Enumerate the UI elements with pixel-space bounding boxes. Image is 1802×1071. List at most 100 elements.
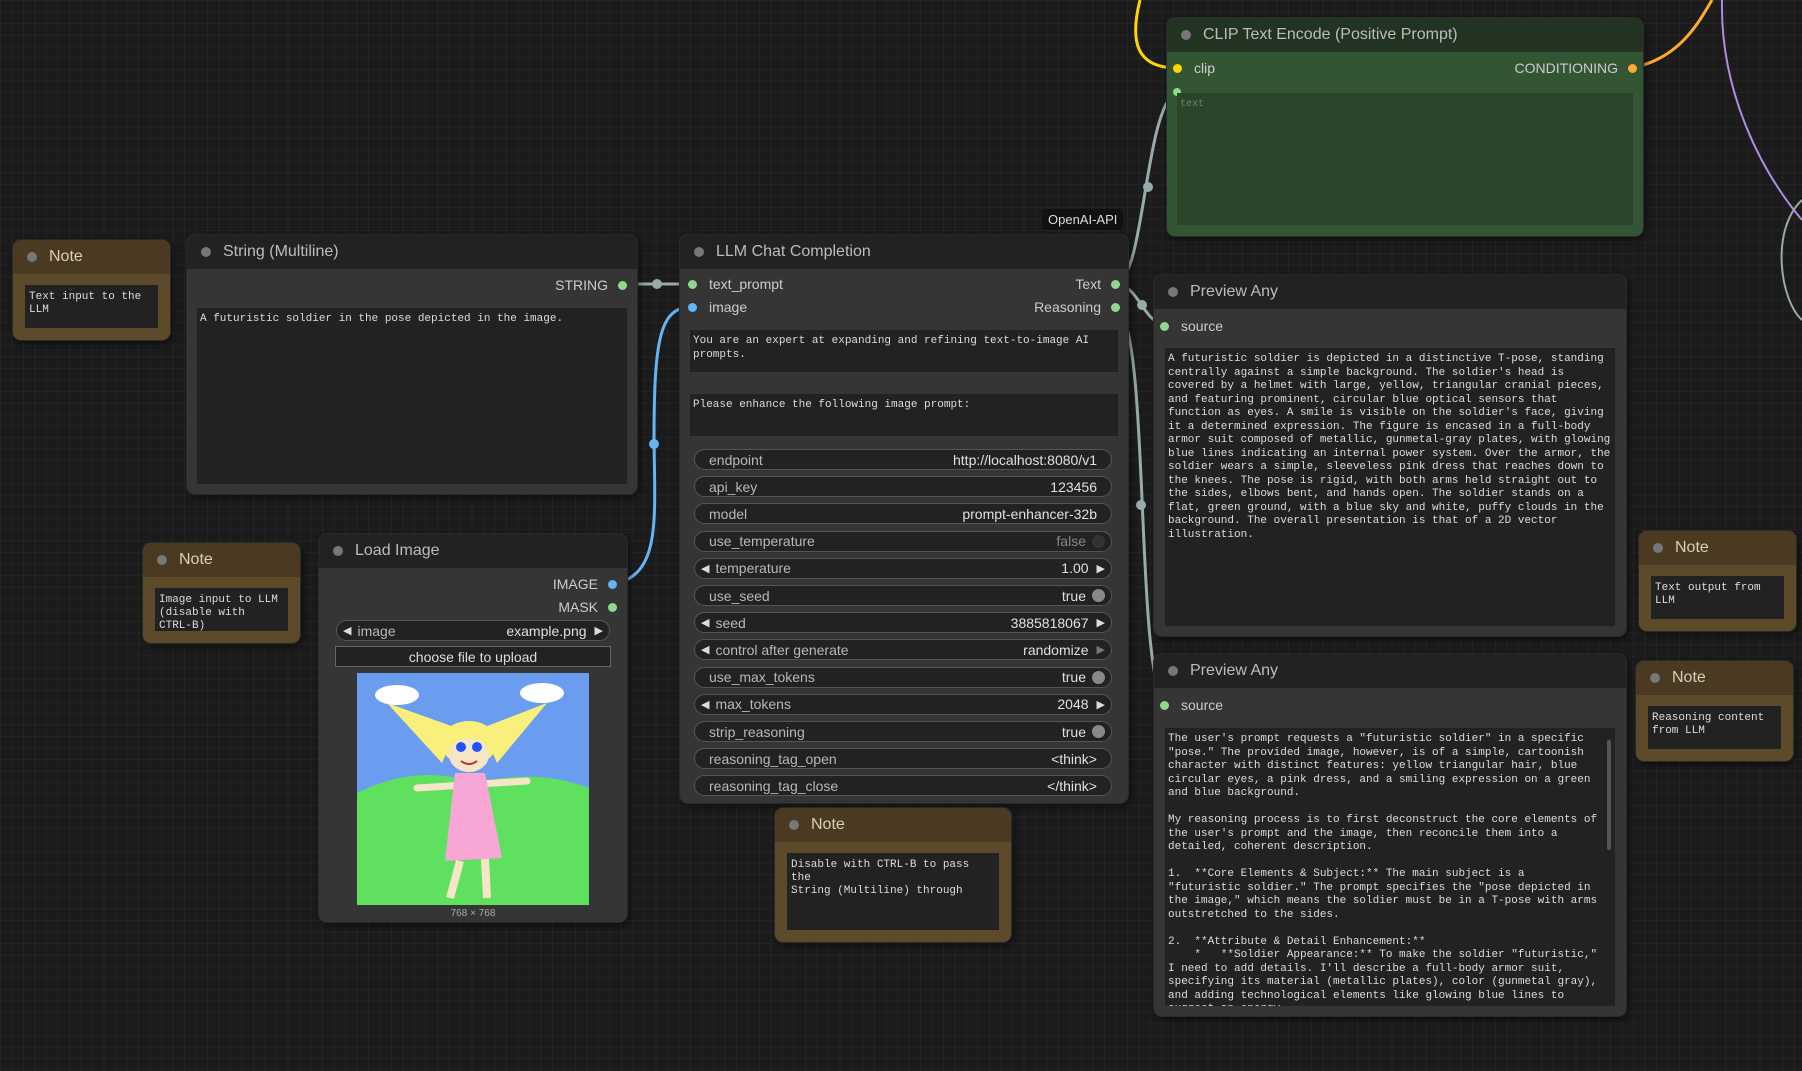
widget-control-after-generate[interactable]: ◀ control after generate randomize ▶ xyxy=(694,639,1112,661)
collapse-dot-icon[interactable] xyxy=(1650,673,1660,683)
collapse-dot-icon[interactable] xyxy=(1168,666,1178,676)
note-node[interactable]: Note Image input to LLM (disable with CT… xyxy=(143,543,300,643)
slot-dot-icon[interactable] xyxy=(1111,279,1120,289)
system-prompt-textarea[interactable]: You are an expert at expanding and refin… xyxy=(690,330,1118,372)
output-slot-text[interactable]: Text xyxy=(1075,276,1120,292)
slot-dot-icon[interactable] xyxy=(1173,63,1182,73)
slot-dot-icon[interactable] xyxy=(608,579,617,589)
widget-api-key[interactable]: api_key 123456 xyxy=(694,476,1112,498)
input-slot-source[interactable]: source xyxy=(1160,318,1223,334)
widget-use-temperature[interactable]: use_temperature false xyxy=(694,530,1112,552)
note-node[interactable]: Note Text input to the LLM xyxy=(13,240,170,340)
note-text[interactable]: Reasoning content from LLM xyxy=(1648,706,1781,749)
slot-dot-icon[interactable] xyxy=(1160,321,1169,331)
user-prompt-textarea[interactable]: Please enhance the following image promp… xyxy=(690,394,1118,436)
collapse-dot-icon[interactable] xyxy=(694,247,704,257)
input-slot-source[interactable]: source xyxy=(1160,697,1223,713)
image-combo-widget[interactable]: ◀ image example.png ▶ xyxy=(336,620,610,641)
arrow-left-icon[interactable]: ◀ xyxy=(343,624,351,637)
note-node[interactable]: Note Text output from LLM xyxy=(1639,531,1796,631)
widget-seed[interactable]: ◀ seed 3885818067 ▶ xyxy=(694,612,1112,634)
scrollbar[interactable] xyxy=(1603,728,1615,1006)
widget-strip-reasoning[interactable]: strip_reasoning true xyxy=(694,721,1112,742)
toggle-on-icon[interactable] xyxy=(1092,670,1105,684)
reasoning-text-output[interactable]: The user's prompt requests a "futuristic… xyxy=(1165,728,1603,1006)
toggle-on-icon[interactable] xyxy=(1092,725,1105,738)
widget-temperature[interactable]: ◀ temperature 1.00 ▶ xyxy=(694,557,1112,579)
slot-dot-icon[interactable] xyxy=(1628,63,1637,73)
node-header[interactable]: Preview Any xyxy=(1154,654,1626,688)
slot-dot-icon[interactable] xyxy=(618,280,627,290)
node-header[interactable]: Preview Any xyxy=(1154,275,1626,309)
collapse-dot-icon[interactable] xyxy=(333,546,343,556)
collapse-dot-icon[interactable] xyxy=(1653,543,1663,553)
collapse-dot-icon[interactable] xyxy=(1181,30,1191,40)
node-header[interactable]: CLIP Text Encode (Positive Prompt) xyxy=(1167,18,1643,52)
collapse-dot-icon[interactable] xyxy=(157,555,167,565)
widget-label: temperature xyxy=(715,560,791,577)
arrow-right-icon[interactable]: ▶ xyxy=(1097,698,1105,711)
arrow-left-icon[interactable]: ◀ xyxy=(701,562,709,575)
note-text[interactable]: Disable with CTRL-B to pass the String (… xyxy=(787,853,999,930)
widget-label: endpoint xyxy=(709,451,763,468)
widget-use-seed[interactable]: use_seed true xyxy=(694,585,1112,606)
string-textarea[interactable]: A futuristic soldier in the pose depicte… xyxy=(197,308,627,484)
node-title: Note xyxy=(49,248,83,265)
node-header[interactable]: Note xyxy=(1636,661,1793,695)
toggle-on-icon[interactable] xyxy=(1092,589,1105,602)
collapse-dot-icon[interactable] xyxy=(789,820,799,830)
slot-dot-icon[interactable] xyxy=(1111,302,1120,312)
widget-max-tokens[interactable]: ◀ max_tokens 2048 ▶ xyxy=(694,693,1112,715)
node-header[interactable]: Note xyxy=(1639,531,1796,565)
toggle-off-icon[interactable] xyxy=(1092,534,1105,548)
preview-any-node[interactable]: Preview Any source The user's prompt req… xyxy=(1154,654,1626,1016)
arrow-right-icon[interactable]: ▶ xyxy=(1097,643,1105,656)
arrow-left-icon[interactable]: ◀ xyxy=(701,643,709,656)
node-header[interactable]: Note xyxy=(775,808,1011,842)
output-slot-string[interactable]: STRING xyxy=(555,277,627,293)
arrow-right-icon[interactable]: ▶ xyxy=(1097,616,1105,629)
note-text[interactable]: Text output from LLM xyxy=(1651,576,1784,619)
note-node[interactable]: Note Disable with CTRL-B to pass the Str… xyxy=(775,808,1011,942)
clip-text-input[interactable]: text xyxy=(1177,93,1633,225)
widget-reasoning-tag-close[interactable]: reasoning_tag_close </think> xyxy=(694,775,1112,797)
load-image-node[interactable]: Load Image IMAGE MASK ◀ image example.pn… xyxy=(319,534,627,922)
llm-chat-completion-node[interactable]: LLM Chat Completion text_prompt image Te… xyxy=(680,235,1128,803)
widget-reasoning-tag-open[interactable]: reasoning_tag_open <think> xyxy=(694,748,1112,770)
clip-text-encode-node[interactable]: CLIP Text Encode (Positive Prompt) clip … xyxy=(1167,18,1643,236)
collapse-dot-icon[interactable] xyxy=(27,252,37,262)
arrow-right-icon[interactable]: ▶ xyxy=(1097,562,1105,575)
output-slot-conditioning[interactable]: CONDITIONING xyxy=(1515,60,1637,76)
choose-file-button[interactable]: choose file to upload xyxy=(335,646,611,667)
slot-dot-icon[interactable] xyxy=(688,302,697,312)
output-slot-image[interactable]: IMAGE xyxy=(553,576,617,592)
arrow-right-icon[interactable]: ▶ xyxy=(595,624,603,637)
arrow-left-icon[interactable]: ◀ xyxy=(701,616,709,629)
node-header[interactable]: Load Image xyxy=(319,534,627,568)
slot-dot-icon[interactable] xyxy=(608,602,617,612)
arrow-left-icon[interactable]: ◀ xyxy=(701,698,709,711)
slot-dot-icon[interactable] xyxy=(688,279,697,289)
collapse-dot-icon[interactable] xyxy=(1168,287,1178,297)
note-text[interactable]: Image input to LLM (disable with CTRL-B) xyxy=(155,588,288,632)
node-header[interactable]: String (Multiline) xyxy=(187,235,637,269)
collapse-dot-icon[interactable] xyxy=(201,247,211,257)
preview-any-node[interactable]: Preview Any source A futuristic soldier … xyxy=(1154,275,1626,636)
preview-text-output[interactable]: A futuristic soldier is depicted in a di… xyxy=(1165,348,1615,626)
widget-model[interactable]: model prompt-enhancer-32b xyxy=(694,503,1112,525)
widget-use-max-tokens[interactable]: use_max_tokens true xyxy=(694,666,1112,688)
note-node[interactable]: Note Reasoning content from LLM xyxy=(1636,661,1793,761)
input-slot-image[interactable]: image xyxy=(688,299,747,315)
scrollbar-thumb[interactable] xyxy=(1607,740,1611,850)
node-header[interactable]: Note xyxy=(13,240,170,274)
node-header[interactable]: Note xyxy=(143,543,300,577)
output-slot-reasoning[interactable]: Reasoning xyxy=(1034,299,1120,315)
slot-dot-icon[interactable] xyxy=(1160,700,1169,710)
string-multiline-node[interactable]: String (Multiline) STRING A futuristic s… xyxy=(187,235,637,494)
input-slot-text-prompt[interactable]: text_prompt xyxy=(688,276,783,292)
widget-endpoint[interactable]: endpoint http://localhost:8080/v1 xyxy=(694,449,1112,470)
node-header[interactable]: LLM Chat Completion xyxy=(680,235,1128,269)
output-slot-mask[interactable]: MASK xyxy=(558,599,617,615)
note-text[interactable]: Text input to the LLM xyxy=(25,285,158,328)
input-slot-clip[interactable]: clip xyxy=(1173,60,1215,76)
